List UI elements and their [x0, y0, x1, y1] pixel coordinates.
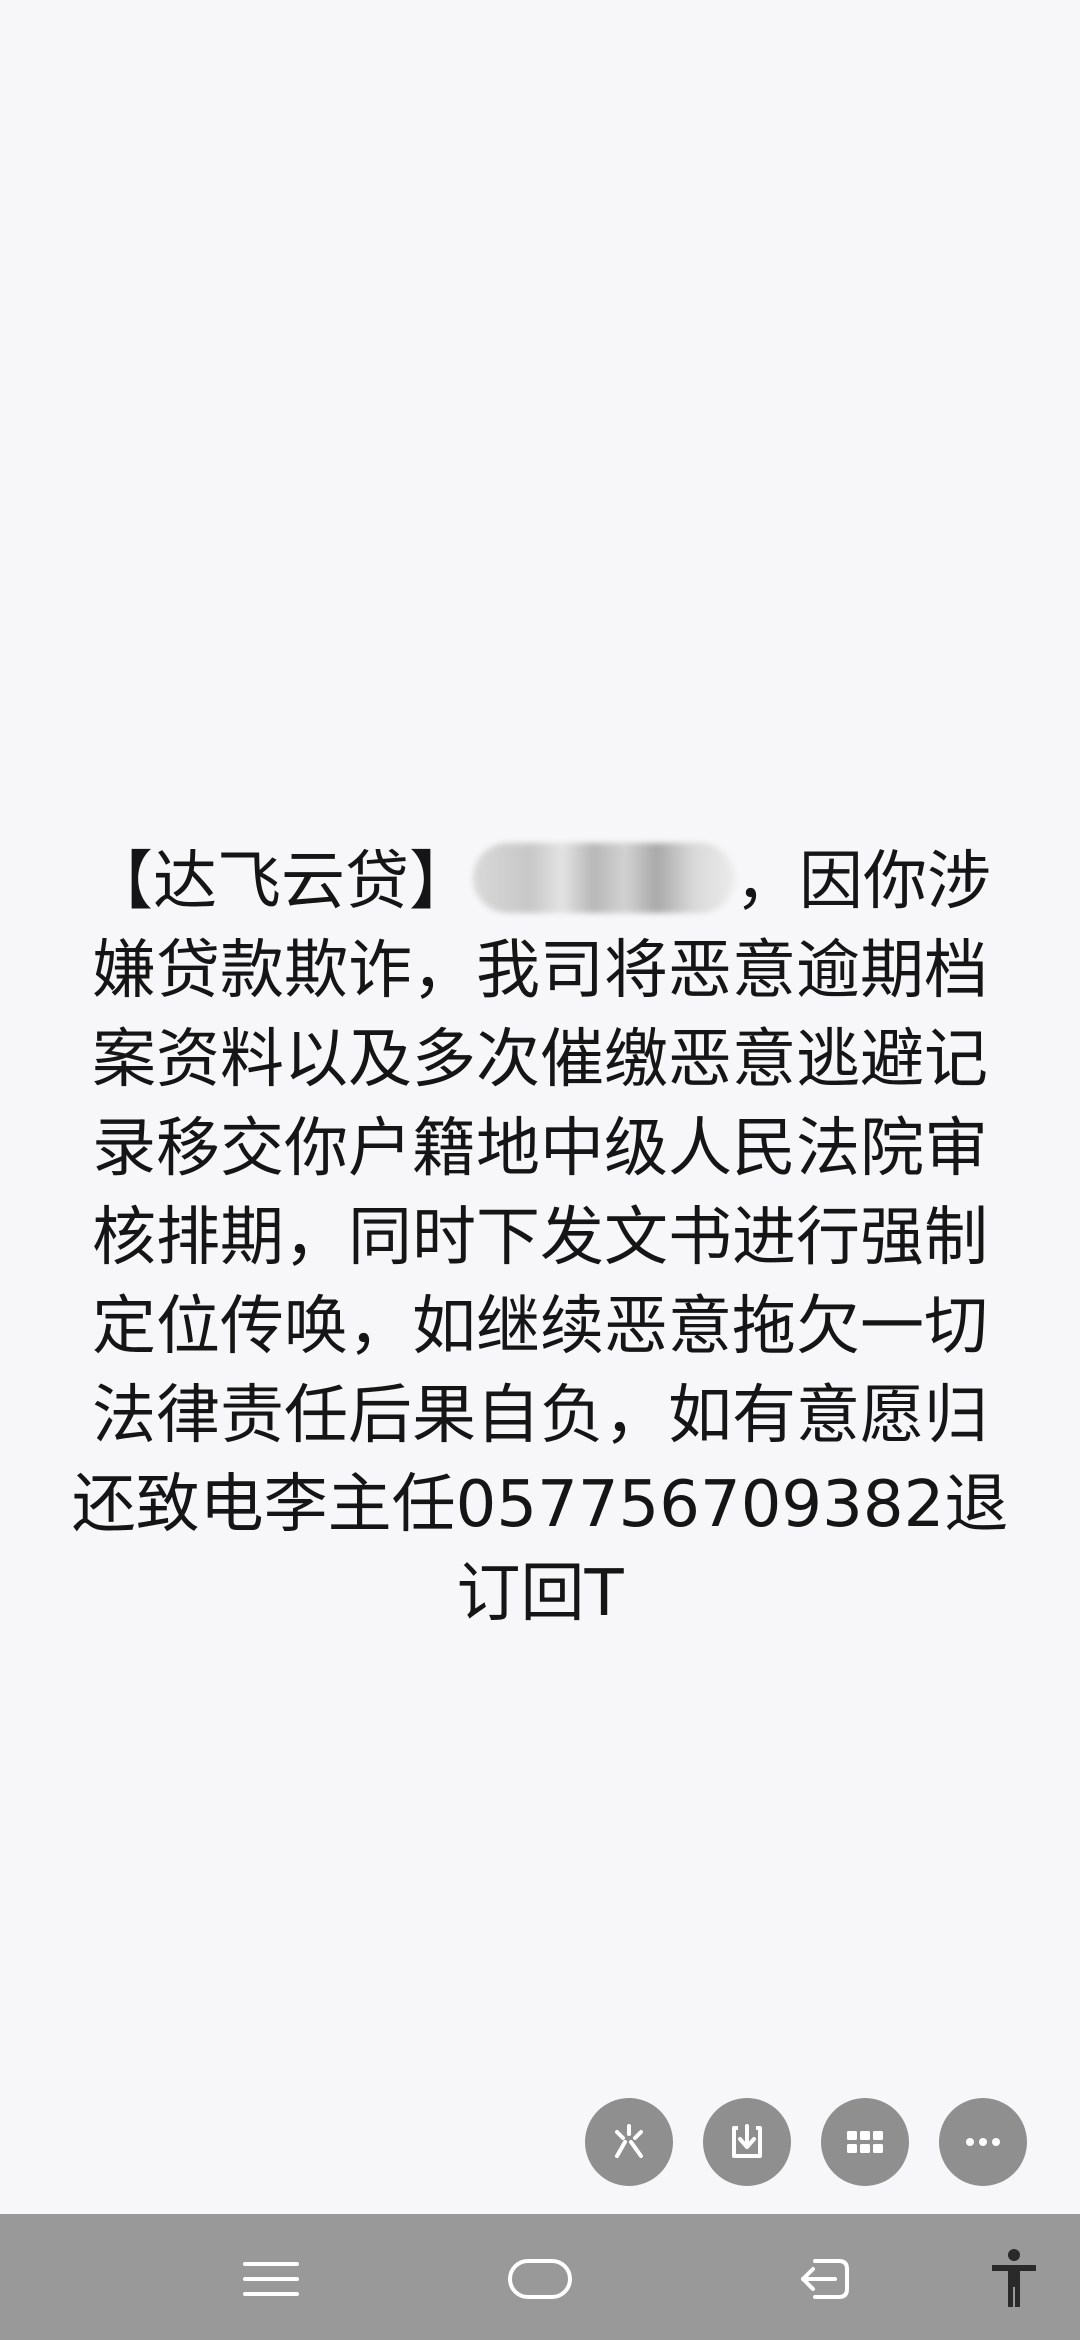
menu-button[interactable] — [236, 2244, 306, 2314]
back-button[interactable] — [790, 2244, 860, 2314]
redacted-region — [473, 843, 735, 913]
message-body: ，因你涉嫌贷款欺诈，我司将恶意逾期档案资料以及多次催缴恶意逃避记录移交你户籍地中… — [71, 845, 1009, 1631]
download-button[interactable] — [703, 2098, 791, 2186]
back-icon — [801, 2259, 849, 2299]
grid-button[interactable] — [821, 2098, 909, 2186]
sms-message-text: 【达飞云贷】 ，因你涉嫌贷款欺诈，我司将恶意逾期档案资料以及多次催缴恶意逃避记录移… — [70, 838, 1010, 1639]
menu-icon — [243, 2262, 299, 2296]
download-icon — [732, 2124, 762, 2158]
home-button[interactable] — [505, 2244, 575, 2314]
message-screen: 【达飞云贷】 ，因你涉嫌贷款欺诈，我司将恶意逾期档案资料以及多次催缴恶意逃避记录移… — [0, 0, 1080, 2340]
sender-prefix: 【达飞云贷】 — [89, 845, 473, 919]
floating-action-bar — [585, 2098, 1030, 2188]
accessibility-button[interactable] — [979, 2244, 1049, 2314]
more-icon — [966, 2138, 1000, 2146]
sparkle-icon — [615, 2124, 643, 2158]
sparkle-button[interactable] — [585, 2098, 673, 2186]
accessibility-icon — [992, 2249, 1036, 2307]
grid-icon — [847, 2131, 883, 2153]
more-button[interactable] — [939, 2098, 1027, 2186]
home-icon — [508, 2259, 572, 2299]
system-navigation-bar — [0, 2214, 1080, 2340]
